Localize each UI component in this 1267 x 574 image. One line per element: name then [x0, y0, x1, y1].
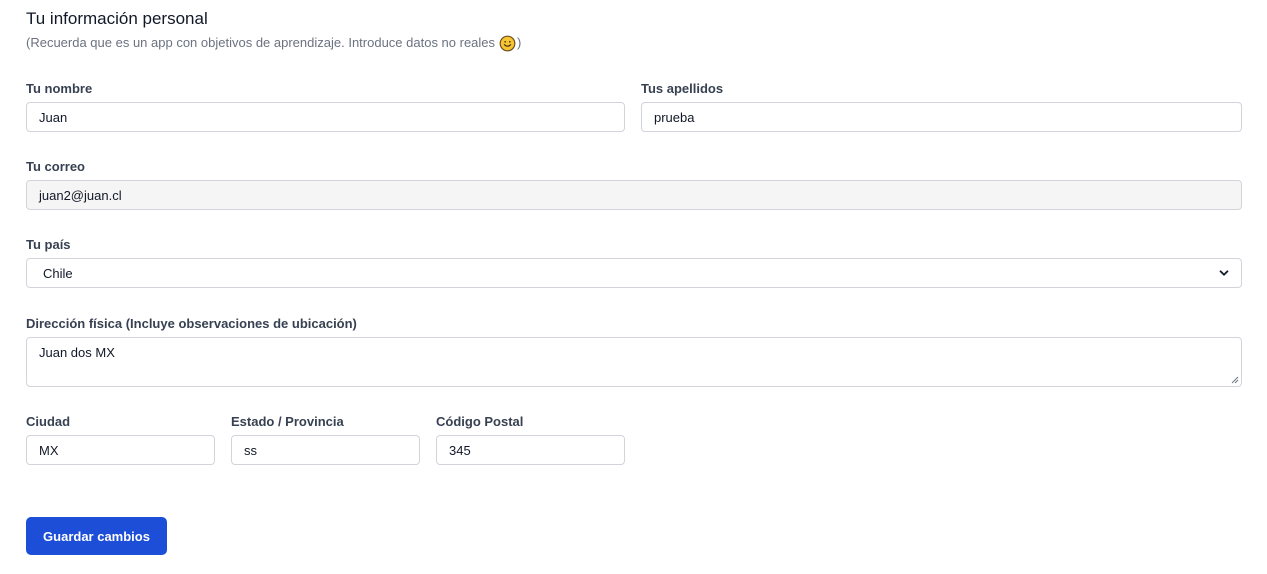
subtitle-close: ): [517, 35, 522, 50]
postal-code-value: 345: [449, 442, 471, 458]
city-label: Ciudad: [26, 414, 71, 429]
state-input[interactable]: ss: [231, 435, 420, 465]
address-label: Dirección física (Incluye observaciones …: [26, 316, 357, 331]
smiling-face-icon: [499, 35, 516, 51]
country-select[interactable]: Chile: [26, 258, 1242, 288]
postal-code-input[interactable]: 345: [436, 435, 625, 465]
section-title: Tu información personal: [26, 9, 208, 28]
city-input[interactable]: MX: [26, 435, 215, 465]
resize-handle-icon[interactable]: [1231, 376, 1239, 384]
first-name-label: Tu nombre: [26, 81, 93, 96]
email-label: Tu correo: [26, 159, 85, 174]
section-subtitle: (Recuerda que es un app con objetivos de…: [26, 34, 1242, 52]
email-input[interactable]: juan2@juan.cl: [26, 180, 1242, 210]
address-value: Juan dos MX: [39, 345, 115, 360]
last-name-label: Tus apellidos: [641, 81, 724, 96]
first-name-value: Juan: [39, 109, 68, 125]
country-value: Chile: [43, 265, 73, 281]
state-value: ss: [244, 442, 257, 458]
email-value: juan2@juan.cl: [39, 187, 122, 203]
subtitle-text: (Recuerda que es un app con objetivos de…: [26, 35, 496, 50]
country-label: Tu país: [26, 237, 71, 252]
address-textarea[interactable]: Juan dos MX: [26, 337, 1242, 387]
last-name-value: prueba: [654, 109, 695, 125]
personal-info-header: Tu información personal (Recuerda que es…: [26, 8, 1242, 52]
state-label: Estado / Provincia: [231, 414, 344, 429]
last-name-input[interactable]: prueba: [641, 102, 1242, 132]
postal-code-label: Código Postal: [436, 414, 524, 429]
save-changes-button[interactable]: Guardar cambios: [26, 517, 167, 555]
first-name-input[interactable]: Juan: [26, 102, 625, 132]
chevron-down-icon: [1219, 270, 1229, 276]
city-value: MX: [39, 442, 59, 458]
